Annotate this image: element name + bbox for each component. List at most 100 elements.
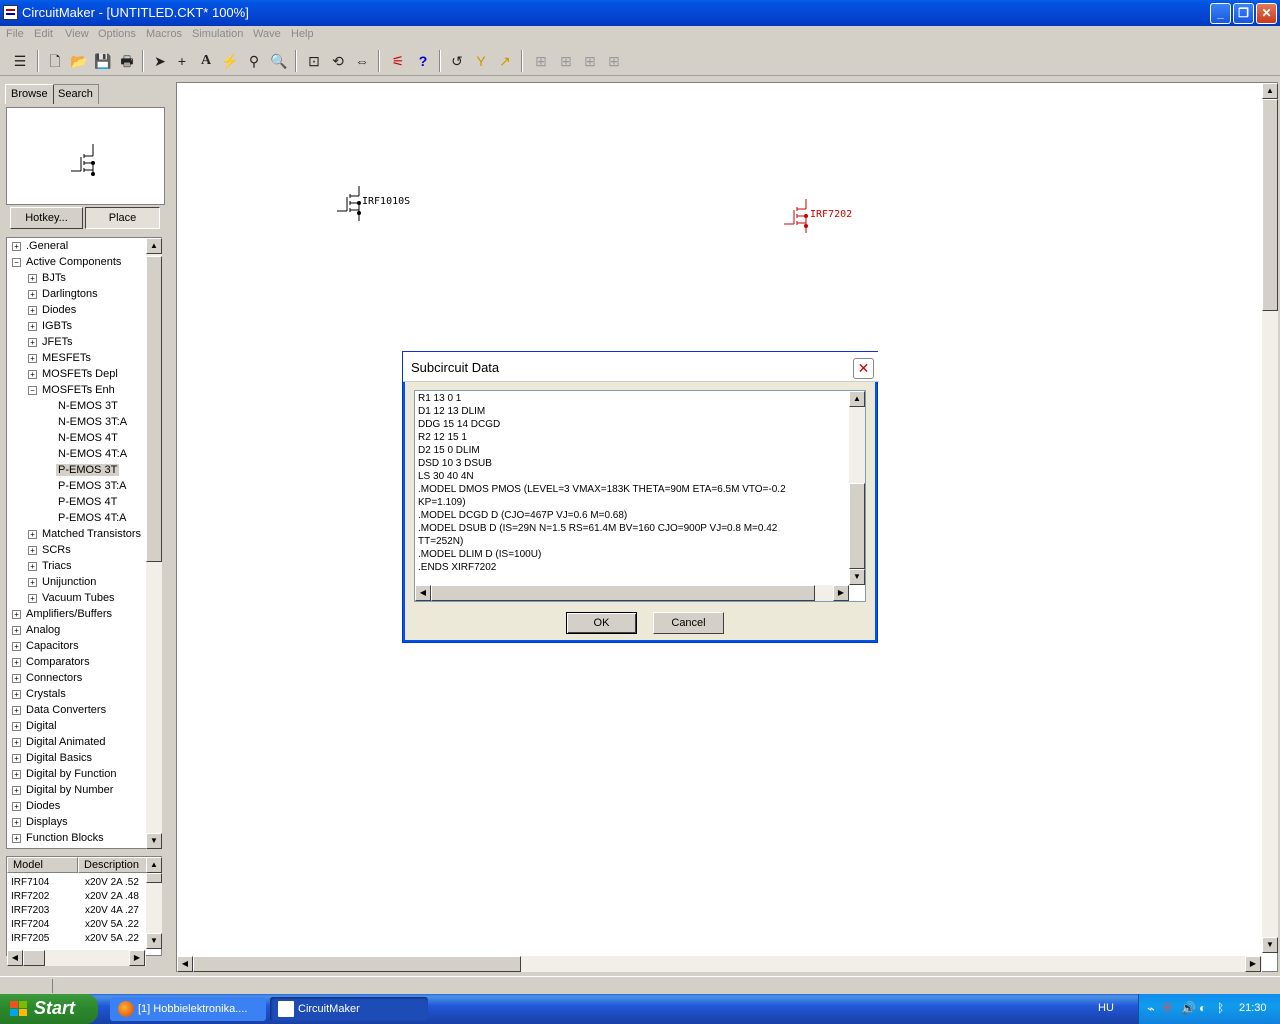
tab-browse[interactable]: Browse [5, 84, 54, 104]
menu-file[interactable]: File [6, 28, 24, 40]
expand-icon[interactable]: + [12, 834, 21, 843]
expand-icon[interactable]: + [12, 690, 21, 699]
text-tool-icon[interactable]: A [195, 50, 217, 72]
align-top-icon[interactable]: ⊞ [555, 50, 577, 72]
tree-item[interactable]: + SCRs [7, 543, 147, 559]
tree-item[interactable]: + Matched Transistors [7, 527, 147, 543]
component-label-irf7202[interactable]: IRF7202 [810, 209, 852, 220]
toolbar-toggle-icon[interactable]: ☰ [9, 50, 31, 72]
align-right-icon[interactable]: ⊞ [579, 50, 601, 72]
expand-icon[interactable]: + [28, 530, 37, 539]
expand-icon[interactable]: + [28, 578, 37, 587]
expand-icon[interactable]: + [12, 754, 21, 763]
model-table-scrollbar[interactable]: ▲ ▼ [146, 857, 162, 949]
zoom-fit-icon[interactable]: ⊡ [303, 50, 325, 72]
taskbar-item-circuitmaker[interactable]: CircuitMaker [270, 997, 428, 1021]
tree-item[interactable]: + Digital Animated [7, 735, 147, 751]
tree-item[interactable]: + Digital [7, 719, 147, 735]
tree-item[interactable]: P-EMOS 4T:A [7, 511, 147, 527]
probe-tool-icon[interactable]: ⚡ [219, 50, 241, 72]
canvas-hscroll-thumb[interactable] [193, 956, 521, 972]
text-hscrollbar[interactable]: ◀ ▶ [415, 585, 849, 601]
table-row[interactable]: IRF7104 x20V 2A .52 [11, 877, 151, 891]
expand-icon[interactable]: + [12, 642, 21, 651]
tree-item[interactable]: + Amplifiers/Buffers [7, 607, 147, 623]
expand-icon[interactable]: + [28, 546, 37, 555]
tree-item[interactable]: + Analog [7, 623, 147, 639]
collapse-icon[interactable]: − [28, 386, 37, 395]
tree-item[interactable]: N-EMOS 4T [7, 431, 147, 447]
tree-item[interactable]: + IGBTs [7, 319, 147, 335]
menu-help[interactable]: Help [291, 28, 314, 40]
taskbar-item-firefox[interactable]: [1] Hobbielektronika.... [110, 997, 266, 1021]
zoom-tool-icon[interactable]: 🔍 [268, 50, 290, 72]
expand-icon[interactable]: + [12, 802, 21, 811]
tree-item[interactable]: P-EMOS 3T:A [7, 479, 147, 495]
tree-item[interactable]: N-EMOS 3T:A [7, 415, 147, 431]
scroll-down-arrow-icon[interactable]: ▼ [1262, 937, 1278, 953]
text-hscroll-thumb[interactable] [431, 585, 815, 601]
expand-icon[interactable]: + [12, 786, 21, 795]
canvas-vscrollbar[interactable]: ▲ ▼ [1262, 83, 1278, 953]
help-icon[interactable]: ? [412, 50, 434, 72]
tree-item[interactable]: + Diodes [7, 303, 147, 319]
expand-icon[interactable]: + [12, 674, 21, 683]
table-row[interactable]: IRF7205 x20V 5A .22 [11, 933, 151, 947]
expand-icon[interactable]: + [28, 306, 37, 315]
tree-item[interactable]: + MESFETs [7, 351, 147, 367]
align-left-icon[interactable]: ⊞ [530, 50, 552, 72]
canvas-hscrollbar[interactable]: ◀ ▶ [177, 956, 1262, 972]
expand-icon[interactable]: + [28, 370, 37, 379]
clock[interactable]: 21:30 [1239, 1002, 1267, 1014]
scroll-right-arrow-icon[interactable]: ▶ [833, 585, 849, 601]
tree-item[interactable]: P-EMOS 4T [7, 495, 147, 511]
circuitmaker-app-icon[interactable] [3, 5, 18, 20]
tree-item[interactable]: + Function Blocks [7, 831, 147, 847]
netlist-icon[interactable]: ⚟ [387, 50, 409, 72]
step-icon[interactable]: Y [470, 50, 492, 72]
expand-icon[interactable]: + [28, 322, 37, 331]
reset-icon[interactable]: ↺ [446, 50, 468, 72]
tree-item[interactable]: + Capacitors [7, 639, 147, 655]
minimize-button[interactable]: _ [1210, 3, 1231, 24]
expand-icon[interactable]: + [12, 610, 21, 619]
expand-icon[interactable]: + [28, 594, 37, 603]
expand-icon[interactable]: + [28, 338, 37, 347]
expand-icon[interactable]: + [12, 722, 21, 731]
subcircuit-text-area[interactable]: R1 13 0 1 D1 12 13 DLIM DDG 15 14 DCGD R2 1… [414, 390, 866, 602]
tree-item[interactable]: + Unijunction [7, 575, 147, 591]
volume-icon[interactable]: 🔊 [1181, 1001, 1196, 1015]
expand-icon[interactable]: + [12, 818, 21, 827]
scroll-right-arrow-icon[interactable]: ▶ [1245, 956, 1261, 972]
collapse-icon[interactable]: − [12, 258, 21, 267]
security-shield-icon[interactable]: ⛨ [1163, 1001, 1172, 1016]
tree-item[interactable]: + Crystals [7, 687, 147, 703]
tree-scroll-thumb[interactable] [146, 256, 162, 562]
expand-icon[interactable]: + [12, 770, 21, 779]
network-icon[interactable]: ⌁ [1147, 1001, 1155, 1017]
canvas-vscroll-thumb[interactable] [1262, 99, 1278, 311]
tree-scrollbar[interactable]: ▲ ▼ [146, 238, 162, 849]
print-icon[interactable]: 🖶 [116, 50, 138, 72]
tree-item[interactable]: + BJTs [7, 271, 147, 287]
run-icon[interactable]: ↗ [494, 50, 516, 72]
expand-icon[interactable]: + [12, 706, 21, 715]
new-file-icon[interactable]: 🗋 [44, 50, 66, 72]
tree-item[interactable]: N-EMOS 4T:A [7, 447, 147, 463]
component-label-irf1010s[interactable]: IRF1010S [362, 196, 410, 207]
start-button[interactable]: Start [0, 994, 98, 1024]
tree-item[interactable]: + Triacs [7, 559, 147, 575]
open-folder-icon[interactable]: 📂 [68, 50, 90, 72]
table-row[interactable]: IRF7204 x20V 5A .22 [11, 919, 151, 933]
description-column-header[interactable]: Description [78, 857, 147, 873]
expand-icon[interactable]: + [12, 658, 21, 667]
tree-item[interactable]: + .General [7, 239, 147, 255]
scroll-down-arrow-icon[interactable]: ▼ [146, 933, 162, 949]
model-column-header[interactable]: Model [7, 857, 78, 873]
expand-icon[interactable]: + [28, 290, 37, 299]
expand-icon[interactable]: + [28, 354, 37, 363]
tree-item[interactable]: + Connectors [7, 671, 147, 687]
save-icon[interactable]: 💾 [92, 50, 114, 72]
scroll-up-arrow-icon[interactable]: ▲ [146, 857, 162, 873]
expand-icon[interactable]: + [12, 626, 21, 635]
